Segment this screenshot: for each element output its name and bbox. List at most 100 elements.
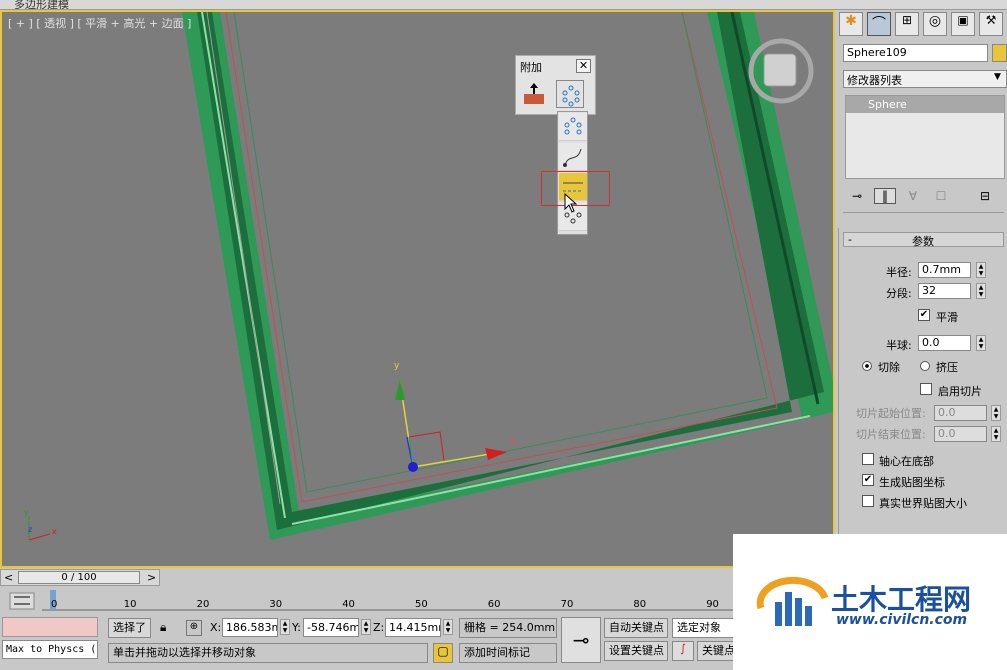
configure-sets-icon[interactable]: ⊟	[974, 189, 996, 203]
timeline-tick-label: 40	[342, 599, 355, 610]
y-coord-label: Y:	[292, 621, 301, 634]
perspective-viewport[interactable]: y x z y x z [ + ] [ 透视 ] [ 平滑 + 高光 + 边面 …	[0, 10, 835, 568]
z-coord-label: Z:	[373, 621, 385, 634]
rollout-title: 参数	[912, 235, 934, 248]
tripod-x: x	[52, 527, 57, 536]
object-name-field[interactable]: Sphere109	[843, 44, 988, 62]
watermark-url: www.civilcn.com	[836, 612, 968, 628]
smooth-checkbox[interactable]: ✔	[918, 309, 930, 321]
real-world-label: 真实世界贴图大小	[879, 497, 967, 510]
gizmo-z-label: z	[412, 451, 417, 461]
divider	[843, 212, 1004, 218]
tripod-y: y	[24, 508, 29, 517]
hemisphere-label: 半球:	[886, 339, 912, 352]
object-color-swatch[interactable]	[992, 44, 1007, 62]
timeline-tick-label: 20	[196, 599, 210, 610]
hemisphere-spinner[interactable]: ▲ ▼	[976, 335, 986, 351]
viewcube[interactable]	[763, 53, 797, 87]
time-prev-button[interactable]: <	[4, 571, 13, 584]
set-key-icon[interactable]: ⊸	[561, 617, 601, 663]
slice-from-label: 切片起始位置:	[856, 407, 926, 420]
selection-status: 选择了	[108, 618, 151, 638]
attach-particle-button[interactable]	[556, 80, 584, 108]
radius-input[interactable]: 0.7mm	[918, 262, 971, 278]
base-to-pivot-label: 轴心在底部	[879, 455, 934, 468]
stack-item[interactable]: Sphere	[846, 96, 1004, 113]
smooth-label: 平滑	[936, 311, 958, 324]
set-key-button[interactable]: 设置关键点	[604, 641, 668, 661]
hierarchy-tab-icon[interactable]: ⊞	[895, 12, 919, 36]
key-filter-icon[interactable]: ∫	[672, 641, 694, 661]
viewport-label[interactable]: [ + ] [ 透视 ] [ 平滑 + 高光 + 边面 ]	[8, 15, 191, 31]
key-filters-button[interactable]: 关键点	[697, 641, 735, 661]
slice-to-spinner[interactable]: ▲ ▼	[991, 426, 1001, 442]
lock-icon[interactable]: 🔒︎	[160, 620, 174, 636]
slice-from-input[interactable]: 0.0	[934, 405, 987, 421]
y-coord-input[interactable]: -58.746mm	[303, 618, 359, 637]
remove-modifier-icon[interactable]: ☐	[930, 189, 952, 203]
attach-object-button[interactable]	[520, 80, 548, 108]
segments-label: 分段:	[886, 287, 912, 300]
enable-slice-checkbox[interactable]	[920, 383, 932, 395]
time-tag-icon[interactable]: ▢	[433, 643, 453, 663]
timeline-tick-label: 30	[269, 599, 283, 610]
timeline-tick-label: 0	[51, 599, 58, 610]
time-slider[interactable]: < 0 / 100 >	[0, 569, 160, 586]
timeline-tick-label: 60	[487, 599, 501, 610]
selected-object-dropdown[interactable]: 选定对象	[672, 618, 735, 638]
time-next-button[interactable]: >	[147, 571, 156, 584]
hemisphere-input[interactable]: 0.0	[918, 335, 971, 351]
motion-tab-icon[interactable]: ◎	[923, 12, 947, 36]
timeline-tick-label: 50	[415, 599, 428, 610]
z-spinner[interactable]: ▲ ▼	[443, 619, 453, 635]
close-icon[interactable]: ✕	[576, 59, 591, 73]
slice-to-label: 切片结束位置:	[856, 428, 926, 441]
timeline-tick-label: 80	[633, 599, 647, 610]
auto-key-button[interactable]: 自动关键点	[604, 618, 668, 638]
command-panel-tabs: ✱ ⌒ ⊞ ◎ ▣ ⚒	[839, 12, 1007, 36]
display-tab-icon[interactable]: ▣	[951, 12, 975, 36]
flyout-particle-icon[interactable]	[559, 113, 587, 141]
modify-tab-icon[interactable]: ⌒	[867, 12, 891, 36]
trackbar[interactable]: 0 10 20 30 40 50 60 70 80 90	[0, 588, 735, 613]
time-slider-thumb[interactable]: 0 / 100	[18, 571, 140, 584]
timeline-tick-label: 90	[706, 599, 719, 610]
slice-from-spinner[interactable]: ▲ ▼	[991, 405, 1001, 421]
chop-radio[interactable]	[862, 361, 872, 371]
maxscript-listener-red[interactable]	[2, 617, 98, 637]
squash-radio[interactable]	[920, 361, 930, 371]
flyout-path-icon[interactable]	[559, 143, 587, 171]
enable-slice-label: 启用切片	[938, 385, 982, 398]
chevron-down-icon: ▼	[994, 72, 1001, 82]
segments-spinner[interactable]: ▲ ▼	[976, 283, 986, 299]
modifier-list-dropdown[interactable]: 修改器列表	[843, 70, 1007, 88]
add-time-tag-button[interactable]: 添加时间标记	[459, 643, 557, 663]
gen-map-checkbox[interactable]: ✔	[862, 474, 874, 486]
window-title: 多边形建模	[14, 0, 69, 10]
absolute-mode-icon[interactable]: ⊕	[186, 620, 202, 636]
maxscript-mini-listener[interactable]: Max to Physcs (	[2, 640, 98, 659]
radius-spinner[interactable]: ▲ ▼	[976, 262, 986, 278]
segments-input[interactable]: 32	[918, 283, 971, 299]
window-titlebar: 多边形建模	[0, 0, 1007, 10]
tripod-z: z	[28, 525, 32, 534]
parameters-rollout-header[interactable]: - 参数	[843, 232, 1004, 248]
real-world-checkbox[interactable]	[862, 495, 874, 507]
x-spinner[interactable]: ▲ ▼	[280, 619, 290, 635]
timeline-tick-label: 70	[560, 599, 574, 610]
pin-stack-icon[interactable]: ⊸	[846, 189, 868, 203]
attach-toolbar: 附加 ✕	[515, 55, 596, 115]
y-spinner[interactable]: ▲ ▼	[361, 619, 371, 635]
create-tab-icon[interactable]: ✱	[839, 12, 863, 36]
base-to-pivot-checkbox[interactable]	[862, 453, 874, 465]
x-coord-input[interactable]: 186.583mm	[222, 618, 278, 637]
show-end-result-icon[interactable]: ‖	[874, 188, 896, 204]
make-unique-icon[interactable]: ∀	[902, 189, 924, 203]
chop-label: 切除	[878, 361, 900, 374]
z-coord-input[interactable]: 14.415mm	[385, 618, 441, 637]
mouse-cursor-icon	[564, 193, 578, 213]
slice-to-input[interactable]: 0.0	[934, 426, 987, 442]
utilities-tab-icon[interactable]: ⚒	[979, 12, 1003, 36]
rollout-collapse-icon: -	[848, 233, 852, 246]
modifier-stack: Sphere	[845, 95, 1005, 179]
